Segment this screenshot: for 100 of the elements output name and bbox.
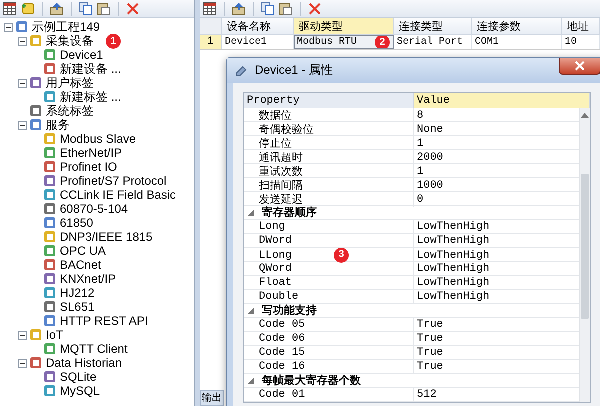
paste-icon[interactable] xyxy=(97,2,111,16)
tree-item[interactable]: IoT xyxy=(46,328,64,342)
close-icon xyxy=(575,61,585,71)
table-cell: COM1 xyxy=(475,36,500,48)
expander-toggle[interactable] xyxy=(18,358,27,368)
tag-add-icon[interactable] xyxy=(21,2,35,16)
expander-toggle[interactable] xyxy=(18,330,27,340)
property-value[interactable]: LowThenHigh xyxy=(414,262,579,275)
copy-icon[interactable] xyxy=(79,2,93,16)
tree-item[interactable]: SQLite xyxy=(60,370,97,384)
table-cell: Serial Port xyxy=(397,36,464,48)
tree-item[interactable]: 示例工程149 xyxy=(32,18,100,36)
expander-toggle[interactable] xyxy=(18,120,27,130)
property-value[interactable]: 1 xyxy=(414,164,579,179)
copy-icon[interactable] xyxy=(261,2,275,16)
tree-item[interactable]: Modbus Slave xyxy=(60,132,136,146)
table-icon[interactable] xyxy=(203,2,217,16)
property-value[interactable]: 8 xyxy=(414,108,579,123)
table-cell: 10 xyxy=(565,36,578,48)
export-icon[interactable] xyxy=(50,2,64,16)
tree-item[interactable]: HJ212 xyxy=(60,286,95,300)
table-icon[interactable] xyxy=(3,2,17,16)
column-header[interactable]: 设备名称 xyxy=(222,18,294,35)
property-name: DWord xyxy=(259,234,292,246)
column-header[interactable]: 驱动类型 xyxy=(294,18,394,35)
node-icon xyxy=(44,259,56,271)
tree-item[interactable]: HTTP REST API xyxy=(60,314,148,328)
property-name: Code 01 xyxy=(259,388,306,400)
property-name: 奇偶校验位 xyxy=(259,123,314,137)
tree-item[interactable]: Data Historian xyxy=(46,356,122,370)
tree-item[interactable]: 采集设备 xyxy=(46,32,94,50)
paste-icon[interactable] xyxy=(279,2,293,16)
property-value[interactable]: True xyxy=(414,318,579,331)
node-icon xyxy=(44,217,56,229)
property-value[interactable]: LowThenHigh xyxy=(414,290,579,303)
property-name: QWord xyxy=(259,262,292,274)
delete-icon[interactable] xyxy=(308,2,322,16)
node-icon xyxy=(44,245,56,257)
tree-item[interactable]: EtherNet/IP xyxy=(60,146,122,160)
export-icon[interactable] xyxy=(232,2,246,16)
property-value[interactable]: 1 xyxy=(414,136,579,151)
property-value[interactable]: True xyxy=(414,346,579,359)
node-icon xyxy=(44,133,56,145)
scroll-up-icon[interactable] xyxy=(581,112,589,118)
tree-item[interactable]: 服务 xyxy=(46,116,70,134)
tree-item[interactable]: Profinet/S7 Protocol xyxy=(60,174,167,188)
column-header[interactable]: 连接类型 xyxy=(394,18,472,35)
tree-item[interactable]: MySQL xyxy=(60,384,100,398)
property-value[interactable]: LowThenHigh xyxy=(414,234,579,247)
property-value[interactable]: True xyxy=(414,360,579,373)
delete-icon[interactable] xyxy=(126,2,140,16)
property-name: 停止位 xyxy=(259,137,292,151)
tree-item[interactable]: 61850 xyxy=(60,216,94,230)
column-header[interactable]: 连接参数 xyxy=(472,18,562,35)
tree-item[interactable]: 新建设备 ... xyxy=(60,60,122,78)
property-value[interactable]: LowThenHigh xyxy=(414,220,579,233)
tree-item[interactable]: Device1 xyxy=(60,48,104,62)
pencil-icon xyxy=(235,64,249,78)
tree-item[interactable]: OPC UA xyxy=(60,244,106,258)
tree-item[interactable]: SL651 xyxy=(60,300,95,314)
expander-toggle[interactable] xyxy=(18,78,27,88)
column-header[interactable]: 地址 xyxy=(562,18,600,35)
node-icon xyxy=(44,231,56,243)
collapse-triangle-icon[interactable] xyxy=(248,308,254,314)
number-badge: 2 xyxy=(375,35,390,49)
collapse-triangle-icon[interactable] xyxy=(248,378,254,384)
number-badge: 3 xyxy=(334,248,350,263)
property-value[interactable]: 512 xyxy=(414,388,579,401)
node-icon xyxy=(44,91,56,103)
tree-item[interactable]: CCLink IE Field Basic xyxy=(60,188,176,202)
property-value[interactable]: 1000 xyxy=(414,178,579,193)
tree-item[interactable]: 60870-5-104 xyxy=(60,202,128,216)
property-name: Code 06 xyxy=(259,332,306,344)
expander-toggle[interactable] xyxy=(18,36,27,46)
expander-toggle[interactable] xyxy=(4,22,13,32)
tree-item[interactable]: BACnet xyxy=(60,258,102,272)
tree-item[interactable]: MQTT Client xyxy=(60,342,128,356)
tree-item[interactable]: 用户标签 xyxy=(46,74,94,92)
property-name: LLong xyxy=(259,250,292,262)
node-icon xyxy=(30,329,42,341)
tree-item[interactable]: KNXnet/IP xyxy=(60,272,116,286)
tree-item[interactable]: DNP3/IEEE 1815 xyxy=(60,230,153,244)
node-icon xyxy=(30,77,42,89)
collapse-triangle-icon[interactable] xyxy=(248,210,254,216)
table-cell: Device1 xyxy=(225,36,268,48)
dialog-title: Device1 - 属性 xyxy=(255,62,334,79)
property-value[interactable]: None xyxy=(414,122,579,137)
property-value[interactable]: 0 xyxy=(414,192,579,207)
output-tab[interactable]: 输出 xyxy=(200,390,224,406)
property-value[interactable]: True xyxy=(414,332,579,345)
node-icon xyxy=(30,35,42,47)
property-value[interactable]: 2000 xyxy=(414,150,579,165)
close-button[interactable] xyxy=(559,58,600,75)
tree-item[interactable]: 系统标签 xyxy=(46,102,94,120)
tree-item[interactable]: Profinet IO xyxy=(60,160,118,174)
property-value[interactable]: LowThenHigh xyxy=(414,248,579,263)
node-icon xyxy=(44,49,56,61)
scrollbar[interactable] xyxy=(579,108,590,402)
property-value[interactable]: LowThenHigh xyxy=(414,276,579,289)
tree-item[interactable]: 新建标签 ... xyxy=(60,88,122,106)
